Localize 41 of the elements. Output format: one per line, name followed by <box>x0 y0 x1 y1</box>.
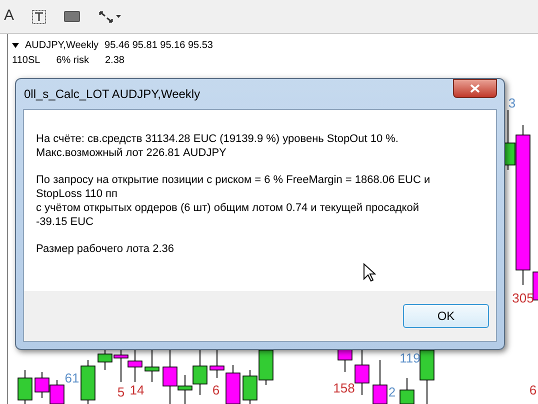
message-line: -39.15 EUC <box>36 215 94 229</box>
mouse-cursor-icon <box>363 263 376 282</box>
candle <box>242 370 258 404</box>
chart-symbol: AUDJPY,Weekly <box>25 39 99 53</box>
bar-count-label: 305 <box>512 292 534 304</box>
candle <box>354 350 370 396</box>
dialog-title: 0ll_s_Calc_LOT AUDJPY,Weekly <box>23 86 200 103</box>
arrows-dropdown-icon[interactable] <box>98 10 122 24</box>
candle <box>80 360 96 404</box>
indicator-value: 2.38 <box>104 54 124 68</box>
bar-count-label: 158 <box>333 382 355 394</box>
bar-count-label: 3 <box>508 96 516 110</box>
bar-count-label: 61 <box>64 372 80 384</box>
collapse-triangle-icon[interactable] <box>12 43 19 48</box>
close-button[interactable] <box>453 79 497 98</box>
indicator-value: 6% risk <box>56 54 89 68</box>
candle <box>50 380 64 404</box>
bar-count-label: 6 <box>212 384 220 396</box>
text-tool-icon[interactable]: A <box>4 5 14 28</box>
message-line: Макс.возможный лот 226.81 AUDJPY <box>36 146 228 160</box>
bar-count-label: 14 <box>130 384 144 396</box>
message-line: По запросу на открытие позиции с риском = 6 % FreeMargin = 1868.06 EUC и <box>36 173 432 187</box>
message-line: Размер рабочего лота 2.36 <box>36 242 175 256</box>
candle <box>18 370 32 404</box>
bar-count-label: 2 <box>388 386 396 398</box>
chart-prices: 95.46 95.81 95.16 95.53 <box>104 39 213 53</box>
bar-count-label: 5 <box>117 386 125 398</box>
indicator-value: 110SL <box>12 54 40 68</box>
candle <box>532 272 538 300</box>
rectangle-icon[interactable] <box>64 11 80 22</box>
candle <box>372 360 388 404</box>
bar-count-label: 6 <box>529 384 537 396</box>
message-line: с учётом открытых ордеров (6 шт) общим лотом 0.74 и текущей просадкой <box>36 201 420 215</box>
ok-button[interactable]: OK <box>403 304 489 328</box>
text-box-icon[interactable] <box>32 10 46 24</box>
close-icon <box>470 84 480 93</box>
candle <box>226 364 240 404</box>
message-line: StopLoss 110 пп <box>36 187 118 201</box>
candle <box>400 378 414 404</box>
message-line: На счёте: св.средств 31134.28 EUC (19139.9 %) уровень StopOut 10 %. <box>36 132 400 146</box>
candle <box>34 372 50 398</box>
